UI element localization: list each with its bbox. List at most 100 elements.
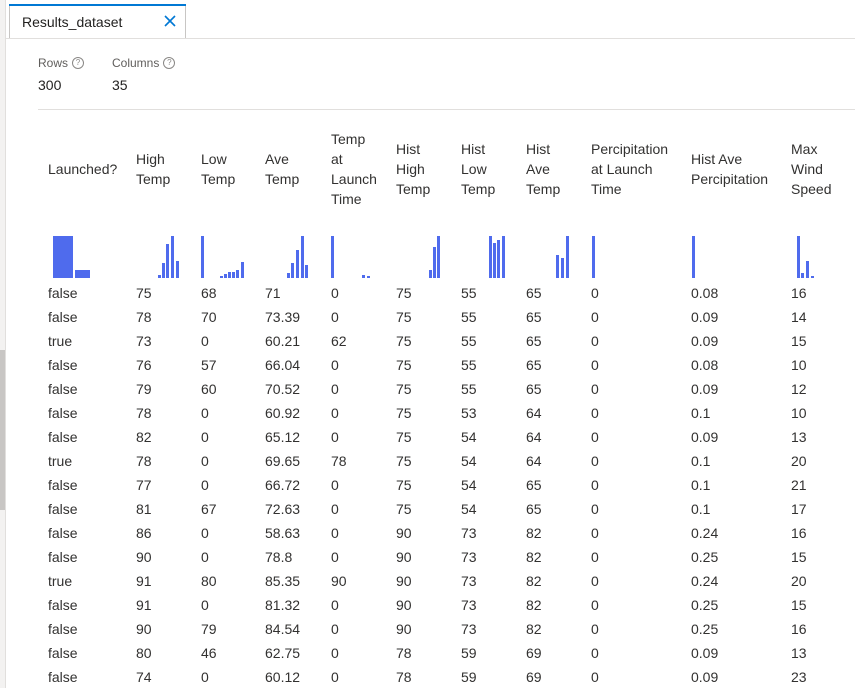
column-header-precip_launch[interactable]: Percipitation at Launch Time — [591, 120, 668, 218]
column-header-label: Hist — [526, 141, 551, 157]
table-cell-ave_temp: 60.12 — [265, 669, 301, 685]
table-cell-hist_high_temp: 75 — [396, 381, 412, 397]
table-cell-high_temp: 91 — [136, 573, 152, 589]
column-header-label: at Launch — [591, 161, 653, 177]
table-cell-hist_ave_temp: 64 — [526, 429, 542, 445]
table-cell-launched: false — [48, 549, 78, 565]
histogram-bar — [811, 276, 814, 278]
table-cell-max_wind: 17 — [791, 501, 807, 517]
column-header-label: Ave — [526, 161, 550, 177]
columns-value: 35 — [112, 77, 128, 93]
table-cell-precip_launch: 0 — [591, 429, 599, 445]
column-header-label: Temp — [136, 171, 171, 187]
table-cell-high_temp: 77 — [136, 477, 152, 493]
table-cell-hist_high_temp: 90 — [396, 573, 412, 589]
table-cell-hist_ave_precip: 0.09 — [691, 669, 719, 685]
scrollbar-thumb[interactable] — [0, 350, 5, 510]
table-cell-hist_high_temp: 75 — [396, 429, 412, 445]
table-cell-hist_ave_precip: 0.25 — [691, 621, 719, 637]
table-cell-launched: true — [48, 333, 73, 349]
column-header-label: Temp — [526, 181, 561, 197]
table-cell-hist_ave_temp: 64 — [526, 453, 542, 469]
tab-results-dataset[interactable]: Results_dataset — [9, 4, 186, 38]
table-cell-ave_temp: 58.63 — [265, 525, 301, 541]
table-cell-max_wind: 13 — [791, 645, 807, 661]
column-header-high_temp[interactable]: High Temp — [136, 120, 170, 218]
table-cell-low_temp: 0 — [201, 669, 209, 685]
table-cell-hist_ave_precip: 0.09 — [691, 309, 719, 325]
table-cell-hist_high_temp: 75 — [396, 309, 412, 325]
table-cell-temp_launch: 0 — [331, 597, 339, 613]
table-cell-hist_ave_temp: 65 — [526, 357, 542, 373]
table-cell-max_wind: 16 — [791, 285, 807, 301]
table-cell-temp_launch: 0 — [331, 429, 339, 445]
table-cell-precip_launch: 0 — [591, 309, 599, 325]
column-header-launched[interactable]: Launched? — [48, 120, 117, 218]
table-cell-hist_ave_precip: 0.25 — [691, 549, 719, 565]
column-header-low_temp[interactable]: Low Temp — [201, 120, 235, 218]
table-cell-hist_ave_temp: 65 — [526, 477, 542, 493]
column-header-label: Ave — [265, 151, 289, 167]
table-cell-low_temp: 70 — [201, 309, 217, 325]
table-cell-hist_ave_temp: 82 — [526, 573, 542, 589]
column-header-ave_temp[interactable]: Ave Temp — [265, 120, 299, 218]
table-cell-low_temp: 79 — [201, 621, 217, 637]
table-cell-high_temp: 78 — [136, 453, 152, 469]
table-cell-hist_high_temp: 75 — [396, 501, 412, 517]
table-cell-launched: false — [48, 645, 78, 661]
table-cell-low_temp: 57 — [201, 357, 217, 373]
table-cell-low_temp: 0 — [201, 549, 209, 565]
table-cell-hist_high_temp: 75 — [396, 357, 412, 373]
column-header-label: High — [396, 161, 425, 177]
table-cell-high_temp: 73 — [136, 333, 152, 349]
table-cell-high_temp: 91 — [136, 597, 152, 613]
left-scroll-edge[interactable] — [0, 0, 6, 688]
info-icon[interactable]: ? — [163, 57, 176, 69]
table-cell-launched: false — [48, 381, 78, 397]
table-cell-max_wind: 14 — [791, 309, 807, 325]
table-cell-ave_temp: 84.54 — [265, 621, 301, 637]
table-cell-precip_launch: 0 — [591, 453, 599, 469]
column-header-hist_high_temp[interactable]: Hist High Temp — [396, 120, 430, 218]
table-cell-temp_launch: 0 — [331, 477, 339, 493]
table-cell-hist_ave_precip: 0.09 — [691, 333, 719, 349]
table-cell-launched: false — [48, 597, 78, 613]
table-cell-precip_launch: 0 — [591, 285, 599, 301]
table-cell-temp_launch: 0 — [331, 621, 339, 637]
column-header-hist_ave_temp[interactable]: Hist Ave Temp — [526, 120, 560, 218]
table-cell-hist_ave_precip: 0.08 — [691, 285, 719, 301]
table-cell-ave_temp: 81.32 — [265, 597, 301, 613]
table-cell-hist_low_temp: 55 — [461, 357, 477, 373]
table-cell-launched: false — [48, 405, 78, 421]
table-cell-ave_temp: 78.8 — [265, 549, 293, 565]
table-cell-hist_low_temp: 73 — [461, 573, 477, 589]
table-cell-hist_ave_precip: 0.24 — [691, 573, 719, 589]
table-cell-temp_launch: 0 — [331, 285, 339, 301]
column-header-hist_ave_precip[interactable]: Hist Ave Percipitation — [691, 120, 768, 218]
column-header-label: Temp — [331, 131, 366, 147]
column-header-label: Temp — [461, 181, 496, 197]
table-cell-temp_launch: 0 — [331, 405, 339, 421]
table-cell-precip_launch: 0 — [591, 333, 599, 349]
table-cell-max_wind: 20 — [791, 453, 807, 469]
column-header-hist_low_temp[interactable]: Hist Low Temp — [461, 120, 495, 218]
table-cell-low_temp: 68 — [201, 285, 217, 301]
column-header-max_wind[interactable]: Max Wind Speed — [791, 120, 831, 218]
table-cell-launched: false — [48, 309, 78, 325]
table-cell-low_temp: 0 — [201, 477, 209, 493]
table-cell-hist_ave_temp: 69 — [526, 645, 542, 661]
table-cell-low_temp: 0 — [201, 453, 209, 469]
active-tab-indicator — [9, 4, 186, 6]
table-cell-ave_temp: 70.52 — [265, 381, 301, 397]
table-cell-ave_temp: 71 — [265, 285, 281, 301]
table-cell-temp_launch: 0 — [331, 645, 339, 661]
table-cell-hist_ave_temp: 82 — [526, 549, 542, 565]
rows-value: 300 — [38, 77, 62, 93]
table-cell-ave_temp: 62.75 — [265, 645, 301, 661]
info-icon[interactable]: ? — [72, 57, 85, 69]
table-cell-max_wind: 15 — [791, 597, 807, 613]
histogram-bar — [801, 273, 804, 278]
close-icon[interactable] — [163, 14, 177, 28]
column-header-temp_launch[interactable]: Temp at Launch Time — [331, 120, 377, 218]
table-cell-launched: false — [48, 621, 78, 637]
